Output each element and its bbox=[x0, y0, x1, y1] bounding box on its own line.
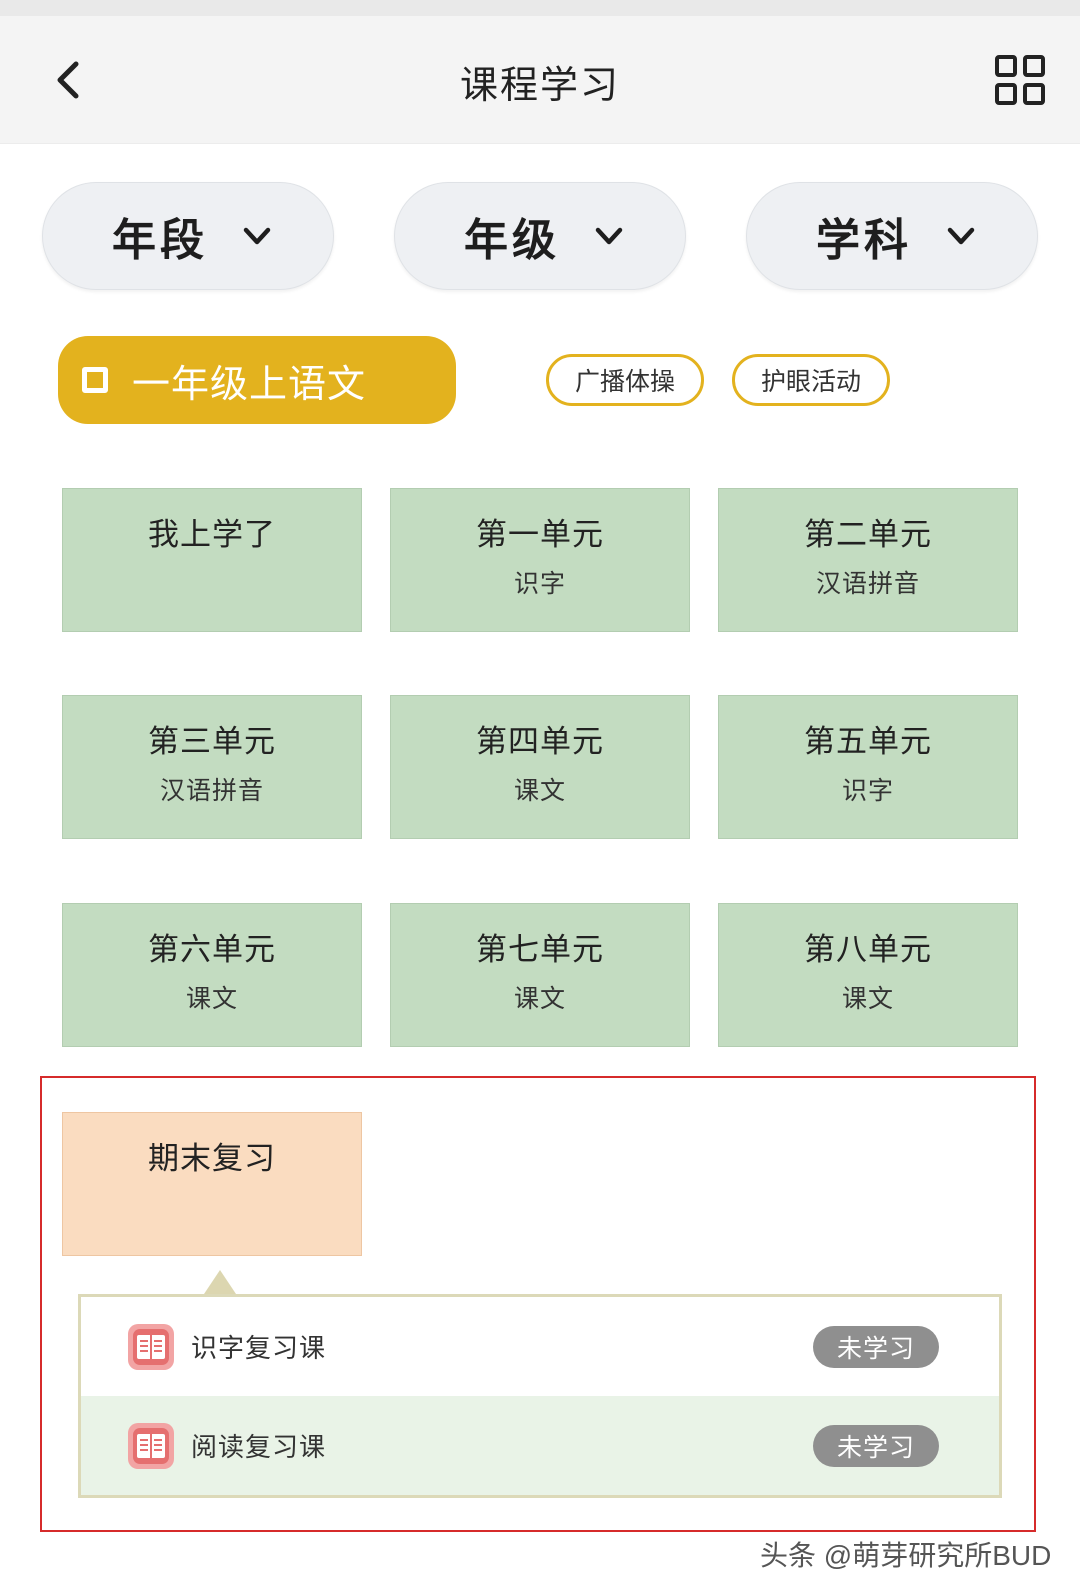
panel-pointer bbox=[204, 1270, 236, 1294]
chevron-down-icon bbox=[595, 227, 623, 245]
checkbox-icon bbox=[82, 367, 108, 393]
unit-subtitle: 汉语拼音 bbox=[159, 776, 264, 805]
menu-button[interactable] bbox=[994, 54, 1046, 106]
unit-title: 第二单元 bbox=[804, 517, 932, 553]
unit-card[interactable]: 第七单元 课文 bbox=[390, 903, 690, 1047]
lesson-row[interactable]: 阅读复习课 未学习 bbox=[81, 1396, 999, 1495]
chevron-down-icon bbox=[947, 227, 975, 245]
grid-icon bbox=[995, 55, 1045, 105]
unit-subtitle: 课文 bbox=[841, 984, 894, 1013]
tag-eye-exercise[interactable]: 护眼活动 bbox=[732, 354, 890, 406]
unit-card[interactable]: 第八单元 课文 bbox=[718, 903, 1018, 1047]
unit-card[interactable]: 第二单元 汉语拼音 bbox=[718, 488, 1018, 632]
status-badge: 未学习 bbox=[813, 1326, 939, 1368]
course-selector[interactable]: 一年级上语文 bbox=[58, 336, 456, 424]
chevron-down-icon bbox=[243, 227, 271, 245]
course-label: 一年级上语文 bbox=[132, 361, 367, 406]
lesson-list: 识字复习课 未学习 阅读复习课 未学习 bbox=[78, 1294, 1002, 1498]
filter-stage-dropdown[interactable]: 年段 bbox=[42, 182, 334, 290]
final-review-card[interactable]: 期末复习 bbox=[62, 1112, 362, 1256]
unit-title: 第八单元 bbox=[804, 932, 932, 968]
unit-title: 我上学了 bbox=[148, 517, 276, 553]
unit-title: 第七单元 bbox=[476, 932, 604, 968]
unit-card[interactable]: 第一单元 识字 bbox=[390, 488, 690, 632]
unit-subtitle: 课文 bbox=[513, 776, 566, 805]
unit-subtitle: 汉语拼音 bbox=[815, 569, 920, 598]
unit-card[interactable]: 第六单元 课文 bbox=[62, 903, 362, 1047]
unit-subtitle: 识字 bbox=[513, 569, 566, 598]
unit-card[interactable]: 我上学了 bbox=[62, 488, 362, 632]
status-badge: 未学习 bbox=[813, 1425, 939, 1467]
filter-bar: 年段 年级 学科 bbox=[0, 182, 1080, 292]
header: 课程学习 bbox=[0, 16, 1080, 144]
unit-subtitle: 课文 bbox=[513, 984, 566, 1013]
lesson-name: 识字复习课 bbox=[191, 1334, 327, 1364]
unit-card[interactable]: 第五单元 识字 bbox=[718, 695, 1018, 839]
unit-title: 第六单元 bbox=[148, 932, 276, 968]
unit-subtitle: 识字 bbox=[841, 776, 894, 805]
unit-card[interactable]: 第三单元 汉语拼音 bbox=[62, 695, 362, 839]
unit-title: 第三单元 bbox=[148, 724, 276, 760]
lesson-name: 阅读复习课 bbox=[191, 1433, 327, 1463]
filter-grade-dropdown[interactable]: 年级 bbox=[394, 182, 686, 290]
filter-label: 年级 bbox=[464, 215, 560, 266]
book-icon bbox=[127, 1323, 175, 1371]
unit-subtitle: 课文 bbox=[185, 984, 238, 1013]
review-title: 期末复习 bbox=[148, 1141, 276, 1177]
filter-subject-dropdown[interactable]: 学科 bbox=[746, 182, 1038, 290]
lesson-row[interactable]: 识字复习课 未学习 bbox=[81, 1297, 999, 1396]
filter-label: 学科 bbox=[816, 215, 912, 266]
back-button[interactable] bbox=[46, 56, 94, 104]
book-icon bbox=[127, 1422, 175, 1470]
unit-card[interactable]: 第四单元 课文 bbox=[390, 695, 690, 839]
tag-broadcast-exercise[interactable]: 广播体操 bbox=[546, 354, 704, 406]
page: 课程学习 年段 年级 学科 一年级上语文 广播体操 护眼活动 我上学了 第一单元… bbox=[0, 0, 1080, 1590]
status-bar bbox=[0, 0, 1080, 16]
page-title: 课程学习 bbox=[459, 63, 620, 107]
unit-title: 第一单元 bbox=[476, 517, 604, 553]
filter-label: 年段 bbox=[112, 215, 208, 266]
chevron-left-icon bbox=[57, 61, 79, 99]
watermark: 头条 @萌芽研究所BUD bbox=[760, 1540, 1052, 1571]
unit-title: 第五单元 bbox=[804, 724, 932, 760]
unit-title: 第四单元 bbox=[476, 724, 604, 760]
